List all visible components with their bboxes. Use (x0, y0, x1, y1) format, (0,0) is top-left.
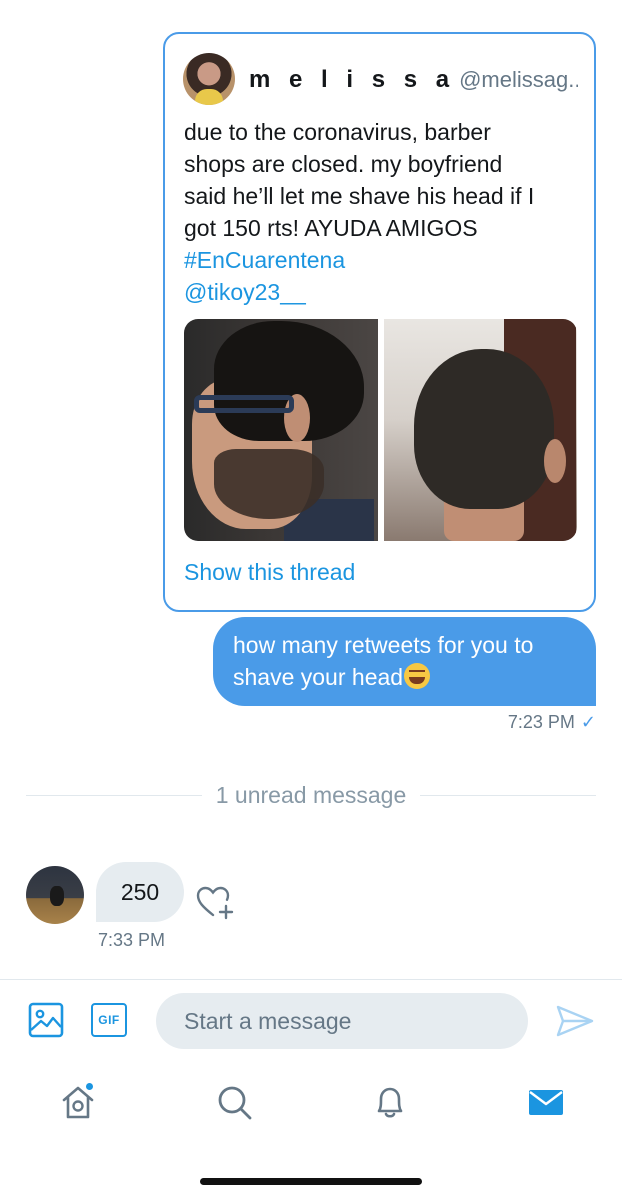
message-input[interactable] (156, 993, 528, 1049)
show-thread-link[interactable]: Show this thread (184, 559, 355, 586)
sender-avatar[interactable] (26, 866, 84, 924)
sent-message-line-2: shave your head (233, 661, 576, 693)
received-message-text: 250 (120, 878, 160, 905)
search-icon (218, 1086, 252, 1120)
gif-button[interactable]: GIF (91, 1003, 127, 1037)
previous-message-fragment (160, 0, 250, 4)
unread-label: 1 unread message (215, 781, 407, 808)
tab-home[interactable] (56, 1080, 100, 1124)
unread-divider: 1 unread message (26, 780, 597, 810)
hashtag-link[interactable]: #EnCuarentena (184, 244, 345, 276)
received-message-time: 7:33 PM (98, 930, 166, 950)
tweet-text-line: shops are closed. my boyfriend (184, 151, 503, 177)
tweet-text-line: due to the coronavirus, barber (184, 119, 491, 145)
image-icon[interactable] (28, 1002, 64, 1038)
tweet-author-avatar[interactable] (183, 53, 235, 105)
home-indicator[interactable] (200, 1178, 422, 1185)
tweet-photo-back-of-head[interactable] (383, 319, 577, 541)
tab-search[interactable] (212, 1080, 256, 1124)
tweet-author-handle: @melissag... (459, 67, 578, 92)
sent-message-meta: 7:23 PM ✓ (508, 712, 596, 733)
bell-icon (377, 1087, 403, 1118)
tab-notifications[interactable] (368, 1080, 412, 1124)
received-message-bubble[interactable]: 250 (96, 862, 184, 922)
tweet-body-text: due to the coronavirus, barber shops are… (184, 116, 578, 244)
mail-icon (529, 1090, 563, 1115)
check-icon: ✓ (580, 712, 596, 732)
send-icon[interactable] (556, 1004, 594, 1038)
tweet-photo-side-profile[interactable] (184, 319, 378, 541)
heart-plus-icon[interactable] (195, 884, 237, 920)
sent-message-time: 7:23 PM (507, 712, 575, 732)
tweet-text-line: said he’ll let me shave his head if I (184, 183, 535, 209)
sent-message-text: shave your head (233, 664, 404, 690)
quoted-tweet-card[interactable]: m e l i s s a @melissag... 23h due to th… (163, 32, 596, 612)
composer-divider (0, 979, 622, 980)
sent-message-bubble[interactable]: how many retweets for you to shave your … (213, 617, 596, 706)
notification-dot (85, 1082, 94, 1091)
tab-messages[interactable] (524, 1080, 568, 1124)
divider-rule (26, 794, 202, 796)
tweet-header: m e l i s s a @melissag... 23h (249, 66, 578, 98)
face-with-tears-of-joy-icon (404, 663, 431, 689)
tweet-text-line: got 150 rts! AYUDA AMIGOS (184, 215, 478, 241)
tweet-author-name: m e l i s s a (249, 66, 456, 93)
divider-rule (420, 794, 597, 796)
tweet-media-grid (184, 319, 577, 541)
mention-link[interactable]: @tikoy23__ (184, 276, 306, 308)
sent-message-line: how many retweets for you to (233, 632, 534, 658)
